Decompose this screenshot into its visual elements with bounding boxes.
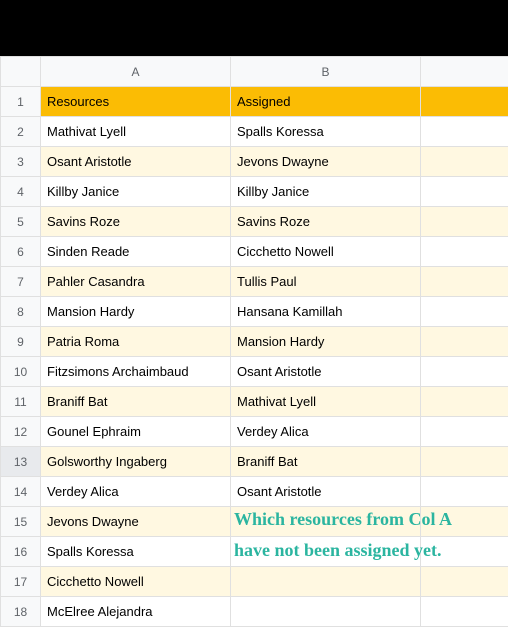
corner-cell[interactable] bbox=[1, 57, 41, 87]
row-header[interactable]: 11 bbox=[1, 387, 41, 417]
cell[interactable]: Gounel Ephraim bbox=[41, 417, 231, 447]
row-header[interactable]: 6 bbox=[1, 237, 41, 267]
cell[interactable]: Osant Aristotle bbox=[41, 147, 231, 177]
cell[interactable]: Verdey Alica bbox=[41, 477, 231, 507]
table-row: 12Gounel EphraimVerdey Alica bbox=[1, 417, 508, 447]
cell[interactable]: Sinden Reade bbox=[41, 237, 231, 267]
table-row: 16Spalls Koressa bbox=[1, 537, 508, 567]
cell[interactable] bbox=[421, 327, 508, 357]
row-header[interactable]: 16 bbox=[1, 537, 41, 567]
table-row: 17Cicchetto Nowell bbox=[1, 567, 508, 597]
cell[interactable]: Cicchetto Nowell bbox=[41, 567, 231, 597]
cell[interactable]: Mathivat Lyell bbox=[41, 117, 231, 147]
table-row: 1ResourcesAssigned bbox=[1, 87, 508, 117]
cell[interactable]: Mathivat Lyell bbox=[231, 387, 421, 417]
cell[interactable]: Golsworthy Ingaberg bbox=[41, 447, 231, 477]
cell[interactable] bbox=[421, 597, 508, 627]
row-header[interactable]: 7 bbox=[1, 267, 41, 297]
cell[interactable]: Tullis Paul bbox=[231, 267, 421, 297]
cell[interactable]: Fitzsimons Archaimbaud bbox=[41, 357, 231, 387]
cell[interactable] bbox=[231, 597, 421, 627]
top-blackbar bbox=[0, 0, 508, 56]
cell[interactable] bbox=[421, 87, 508, 117]
cell[interactable]: Killby Janice bbox=[231, 177, 421, 207]
row-header[interactable]: 10 bbox=[1, 357, 41, 387]
table-row: 10Fitzsimons ArchaimbaudOsant Aristotle bbox=[1, 357, 508, 387]
cell[interactable]: Spalls Koressa bbox=[231, 117, 421, 147]
cell[interactable]: Cicchetto Nowell bbox=[231, 237, 421, 267]
column-header-B[interactable]: B bbox=[231, 57, 421, 87]
row-header[interactable]: 18 bbox=[1, 597, 41, 627]
table-row: 4Killby JaniceKillby Janice bbox=[1, 177, 508, 207]
cell[interactable]: McElree Alejandra bbox=[41, 597, 231, 627]
cell[interactable]: Braniff Bat bbox=[41, 387, 231, 417]
cell[interactable] bbox=[421, 207, 508, 237]
row-header[interactable]: 5 bbox=[1, 207, 41, 237]
row-header[interactable]: 1 bbox=[1, 87, 41, 117]
cell[interactable] bbox=[231, 567, 421, 597]
column-header-A[interactable]: A bbox=[41, 57, 231, 87]
cell[interactable] bbox=[231, 537, 421, 567]
table-row: 11Braniff BatMathivat Lyell bbox=[1, 387, 508, 417]
spreadsheet: A B 1ResourcesAssigned2Mathivat LyellSpa… bbox=[0, 56, 508, 627]
table-row: 7Pahler CasandraTullis Paul bbox=[1, 267, 508, 297]
row-header[interactable]: 12 bbox=[1, 417, 41, 447]
table-row: 6Sinden ReadeCicchetto Nowell bbox=[1, 237, 508, 267]
row-header[interactable]: 3 bbox=[1, 147, 41, 177]
column-header-C[interactable] bbox=[421, 57, 508, 87]
table-row: 15Jevons Dwayne bbox=[1, 507, 508, 537]
table-row: 14Verdey AlicaOsant Aristotle bbox=[1, 477, 508, 507]
cell[interactable]: Jevons Dwayne bbox=[231, 147, 421, 177]
row-header[interactable]: 2 bbox=[1, 117, 41, 147]
table-row: 5Savins RozeSavins Roze bbox=[1, 207, 508, 237]
cell[interactable] bbox=[231, 507, 421, 537]
cell[interactable]: Braniff Bat bbox=[231, 447, 421, 477]
cell[interactable]: Mansion Hardy bbox=[41, 297, 231, 327]
cell[interactable]: Patria Roma bbox=[41, 327, 231, 357]
cell[interactable] bbox=[421, 417, 508, 447]
row-header[interactable]: 13 bbox=[1, 447, 41, 477]
cell[interactable]: Osant Aristotle bbox=[231, 357, 421, 387]
cell[interactable]: Savins Roze bbox=[231, 207, 421, 237]
row-header[interactable]: 15 bbox=[1, 507, 41, 537]
table-row: 9Patria RomaMansion Hardy bbox=[1, 327, 508, 357]
cell[interactable]: Hansana Kamillah bbox=[231, 297, 421, 327]
row-header[interactable]: 14 bbox=[1, 477, 41, 507]
cell[interactable] bbox=[421, 357, 508, 387]
table-row: 8Mansion HardyHansana Kamillah bbox=[1, 297, 508, 327]
row-header[interactable]: 17 bbox=[1, 567, 41, 597]
row-header[interactable]: 9 bbox=[1, 327, 41, 357]
column-header-row: A B bbox=[1, 57, 508, 87]
table-row: 18McElree Alejandra bbox=[1, 597, 508, 627]
cell[interactable]: Verdey Alica bbox=[231, 417, 421, 447]
cell[interactable] bbox=[421, 237, 508, 267]
cell[interactable] bbox=[421, 537, 508, 567]
cell[interactable] bbox=[421, 567, 508, 597]
cell[interactable]: Assigned bbox=[231, 87, 421, 117]
table-row: 13Golsworthy IngabergBraniff Bat bbox=[1, 447, 508, 477]
row-header[interactable]: 4 bbox=[1, 177, 41, 207]
cell[interactable] bbox=[421, 447, 508, 477]
cell[interactable] bbox=[421, 387, 508, 417]
cell[interactable] bbox=[421, 267, 508, 297]
cell[interactable]: Pahler Casandra bbox=[41, 267, 231, 297]
cell[interactable] bbox=[421, 117, 508, 147]
row-header[interactable]: 8 bbox=[1, 297, 41, 327]
cell[interactable]: Spalls Koressa bbox=[41, 537, 231, 567]
cell[interactable] bbox=[421, 507, 508, 537]
cell[interactable]: Jevons Dwayne bbox=[41, 507, 231, 537]
cell[interactable]: Osant Aristotle bbox=[231, 477, 421, 507]
cell[interactable]: Resources bbox=[41, 87, 231, 117]
cell[interactable] bbox=[421, 297, 508, 327]
cell[interactable] bbox=[421, 477, 508, 507]
table-row: 2Mathivat LyellSpalls Koressa bbox=[1, 117, 508, 147]
cell[interactable] bbox=[421, 177, 508, 207]
grid-table: A B 1ResourcesAssigned2Mathivat LyellSpa… bbox=[0, 56, 508, 627]
cell[interactable]: Mansion Hardy bbox=[231, 327, 421, 357]
cell[interactable]: Savins Roze bbox=[41, 207, 231, 237]
cell[interactable] bbox=[421, 147, 508, 177]
table-row: 3Osant AristotleJevons Dwayne bbox=[1, 147, 508, 177]
cell[interactable]: Killby Janice bbox=[41, 177, 231, 207]
